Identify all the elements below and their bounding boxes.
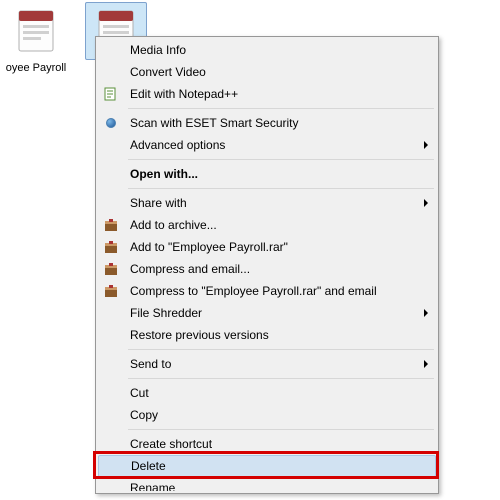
menu-label: Delete — [131, 459, 166, 473]
submenu-arrow-icon — [424, 199, 428, 207]
menu-scan-eset[interactable]: Scan with ESET Smart Security — [98, 112, 436, 134]
menu-separator — [128, 188, 434, 189]
submenu-arrow-icon — [424, 309, 428, 317]
menu-separator — [128, 349, 434, 350]
winrar-icon — [102, 238, 120, 256]
desktop-area: oyee Payroll Emp Media Info Convert Vide… — [0, 0, 500, 500]
menu-send-to[interactable]: Send to — [98, 353, 436, 375]
menu-compress-email[interactable]: Compress and email... — [98, 258, 436, 280]
menu-separator — [128, 378, 434, 379]
menu-delete[interactable]: Delete — [98, 455, 436, 477]
notepad-icon — [102, 85, 120, 103]
menu-separator — [128, 108, 434, 109]
menu-label: Media Info — [130, 43, 186, 57]
file-item-payroll-1[interactable]: oyee Payroll — [0, 0, 72, 75]
menu-restore-previous[interactable]: Restore previous versions — [98, 324, 436, 346]
menu-edit-notepad[interactable]: Edit with Notepad++ — [98, 83, 436, 105]
menu-label: Compress and email... — [130, 262, 250, 276]
menu-label: Cut — [130, 386, 149, 400]
menu-create-shortcut[interactable]: Create shortcut — [98, 433, 436, 455]
menu-add-named-archive[interactable]: Add to "Employee Payroll.rar" — [98, 236, 436, 258]
menu-file-shredder[interactable]: File Shredder — [98, 302, 436, 324]
menu-label: Restore previous versions — [130, 328, 269, 342]
winrar-icon — [102, 260, 120, 278]
menu-label: Add to "Employee Payroll.rar" — [130, 240, 288, 254]
menu-label: Create shortcut — [130, 437, 212, 451]
menu-advanced-options[interactable]: Advanced options — [98, 134, 436, 156]
menu-label: File Shredder — [130, 306, 202, 320]
file-label: oyee Payroll — [0, 62, 72, 75]
context-menu: Media Info Convert Video Edit with Notep… — [95, 36, 439, 494]
menu-label: Edit with Notepad++ — [130, 87, 238, 101]
menu-convert-video[interactable]: Convert Video — [98, 61, 436, 83]
menu-label: Send to — [130, 357, 171, 371]
menu-label: Share with — [130, 196, 187, 210]
menu-label: Rename — [130, 481, 175, 491]
submenu-arrow-icon — [424, 141, 428, 149]
submenu-arrow-icon — [424, 360, 428, 368]
menu-rename[interactable]: Rename — [98, 477, 436, 491]
menu-label: Open with... — [130, 167, 198, 181]
menu-compress-named-email[interactable]: Compress to "Employee Payroll.rar" and e… — [98, 280, 436, 302]
radio-selected-icon — [102, 114, 120, 132]
access-file-icon — [5, 2, 67, 60]
menu-separator — [128, 159, 434, 160]
menu-label: Convert Video — [130, 65, 206, 79]
menu-add-archive[interactable]: Add to archive... — [98, 214, 436, 236]
menu-label: Scan with ESET Smart Security — [130, 116, 299, 130]
menu-media-info[interactable]: Media Info — [98, 39, 436, 61]
menu-cut[interactable]: Cut — [98, 382, 436, 404]
menu-label: Add to archive... — [130, 218, 217, 232]
menu-open-with[interactable]: Open with... — [98, 163, 436, 185]
menu-share-with[interactable]: Share with — [98, 192, 436, 214]
winrar-icon — [102, 282, 120, 300]
menu-label: Copy — [130, 408, 158, 422]
menu-copy[interactable]: Copy — [98, 404, 436, 426]
menu-label: Compress to "Employee Payroll.rar" and e… — [130, 284, 377, 298]
menu-label: Advanced options — [130, 138, 225, 152]
winrar-icon — [102, 216, 120, 234]
menu-separator — [128, 429, 434, 430]
